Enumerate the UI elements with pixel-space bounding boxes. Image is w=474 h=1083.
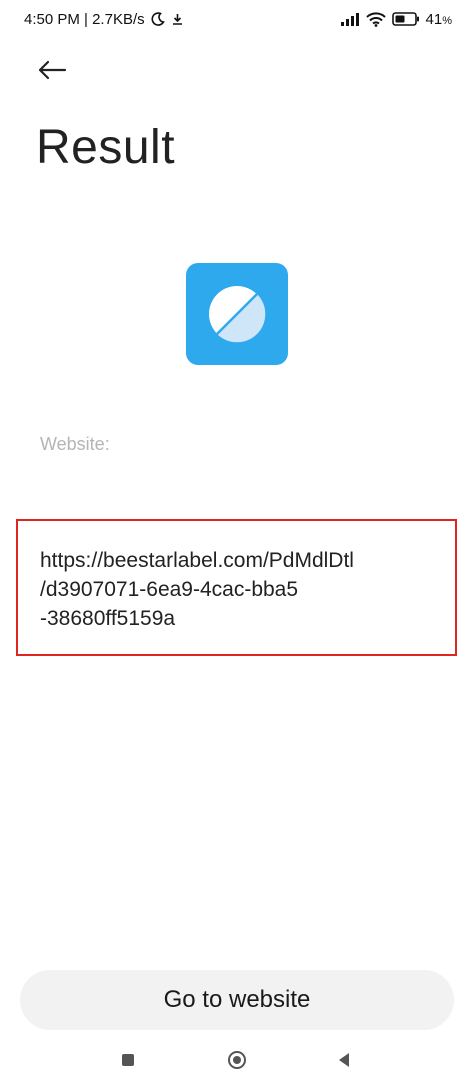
url-line: -38680ff5159a: [40, 607, 176, 630]
moon-icon: [151, 12, 165, 26]
battery-level: 41%: [425, 10, 452, 28]
status-bar: 4:50 PM | 2.7KB/s 41%: [0, 0, 474, 38]
wifi-icon: [365, 11, 386, 27]
home-button[interactable]: [227, 1050, 247, 1075]
website-url[interactable]: https://beestarlabel.com/PdMdlDtl /d3907…: [40, 546, 460, 633]
status-right: 41%: [340, 11, 452, 28]
status-time-speed: 4:50 PM | 2.7KB/s: [24, 10, 145, 28]
navigation-bar: [0, 1044, 474, 1080]
status-left: 4:50 PM | 2.7KB/s: [24, 11, 184, 28]
nav-back-button[interactable]: [334, 1052, 354, 1072]
circle-icon: [227, 1050, 247, 1075]
download-icon: [171, 12, 184, 26]
square-icon: [121, 1053, 135, 1072]
screen: 4:50 PM | 2.7KB/s 41% Result Website: ht…: [0, 0, 474, 1083]
back-button[interactable]: [30, 52, 74, 92]
browser-app-icon: [186, 263, 288, 365]
page-title: Result: [36, 121, 176, 174]
signal-icon: [340, 12, 360, 26]
go-to-website-button[interactable]: Go to website: [20, 970, 454, 1030]
arrow-left-icon: [37, 60, 67, 85]
url-line: /d3907071-6ea9-4cac-bba5: [40, 578, 299, 601]
recents-button[interactable]: [118, 1052, 138, 1072]
triangle-back-icon: [337, 1052, 351, 1073]
website-label: Website:: [40, 434, 110, 454]
url-line: https://beestarlabel.com/PdMdlDtl: [40, 549, 354, 572]
battery-icon: [391, 12, 420, 26]
